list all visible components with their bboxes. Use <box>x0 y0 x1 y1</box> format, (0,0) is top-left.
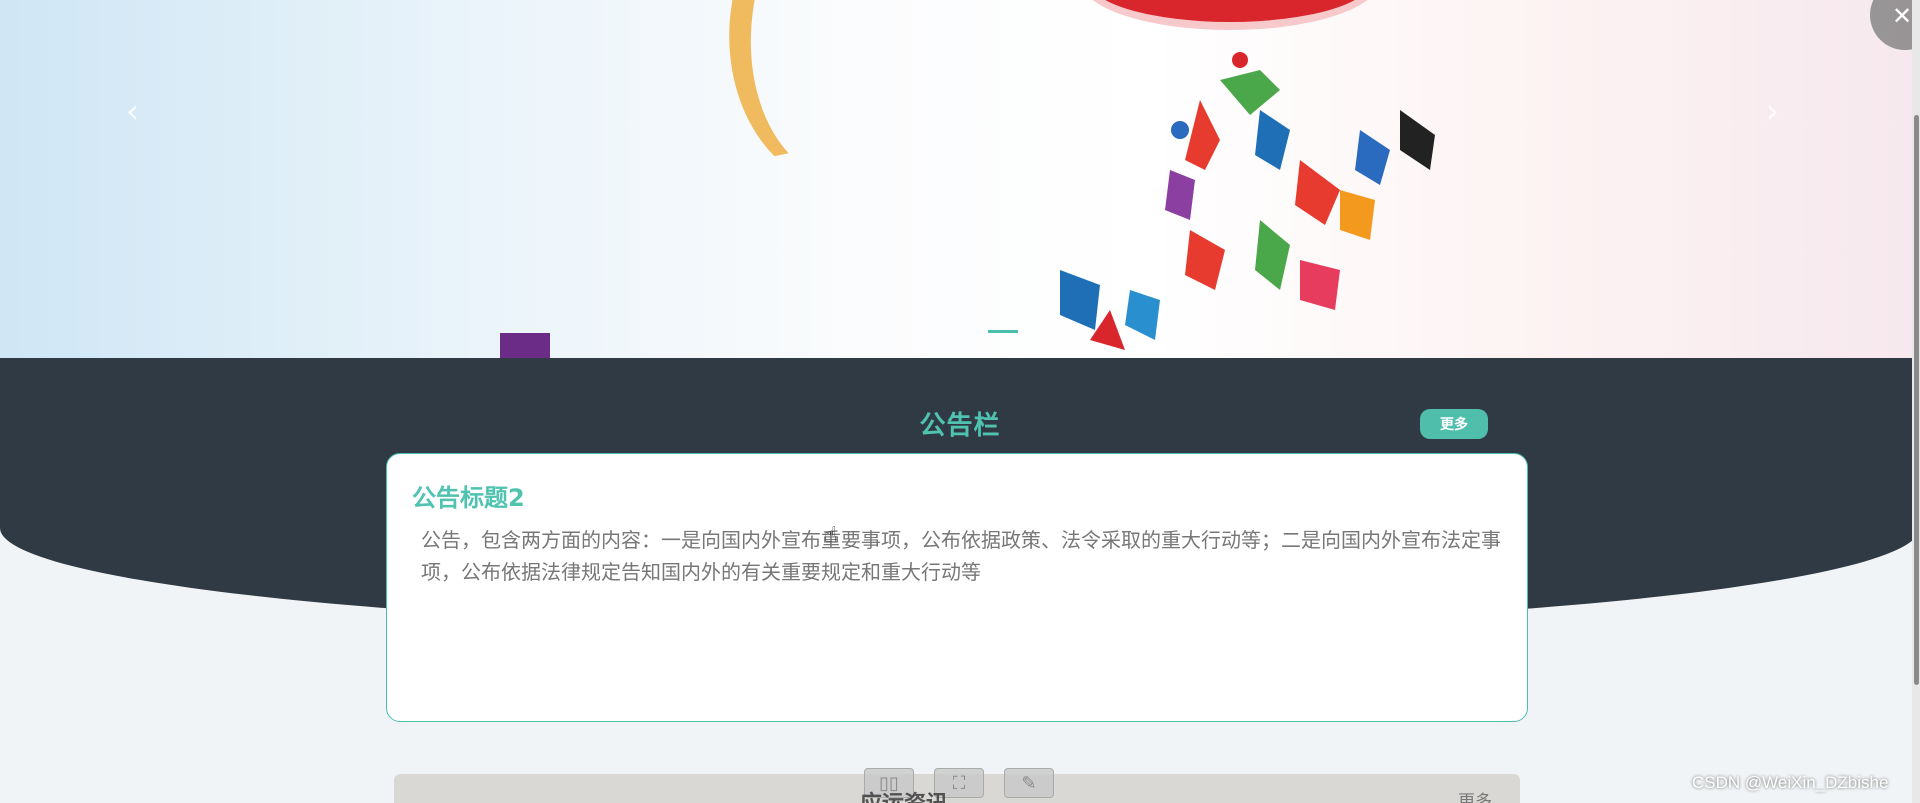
carousel-prev-icon[interactable]: ‹ <box>126 92 139 130</box>
notice-card-body: 公告，包含两方面的内容：一是向国内外宣布重要事项，公布依据政策、法令采取的重大行… <box>421 528 1501 584</box>
next-section-title: 应运资讯 <box>860 786 948 803</box>
notice-card-title[interactable]: 公告标题2 <box>412 478 525 513</box>
carousel-next-icon[interactable]: › <box>1766 92 1779 130</box>
banner-decorative-block <box>500 333 550 360</box>
next-section-more-link[interactable]: 更多 <box>1458 787 1492 803</box>
watermark-text: CSDN @WeiXin_DZbishe <box>1692 773 1889 792</box>
notice-more-button[interactable]: 更多 <box>1420 409 1488 439</box>
banner-athletes-illustration <box>1060 52 1435 350</box>
notice-section-title: 公告栏 <box>919 411 1001 441</box>
notice-card[interactable]: 公告标题2 公告，包含两方面的内容：一是向国内外宣布重要事项，公布依据政策、法令… <box>386 453 1528 722</box>
banner-decorative-arc <box>708 0 1012 207</box>
carousel-indicator-active[interactable] <box>988 330 1018 333</box>
scrollbar-thumb[interactable] <box>1914 115 1919 685</box>
hand-pointer-cursor-icon: ☝ <box>824 523 838 548</box>
close-icon: ✕ <box>1892 2 1913 30</box>
hero-banner-carousel[interactable]: ‹ › <box>0 0 1920 360</box>
toolbar-edit-icon[interactable]: ✎ <box>1004 768 1054 798</box>
